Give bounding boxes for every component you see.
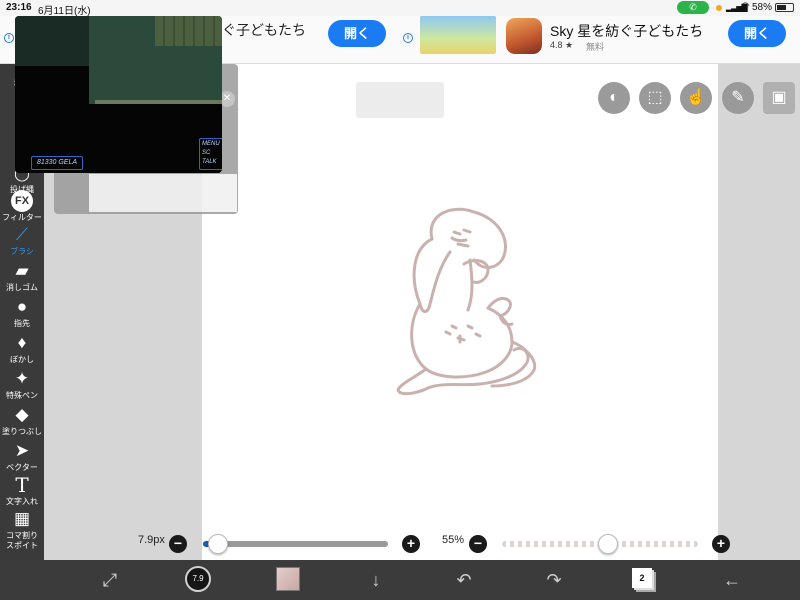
opacity-plus-button[interactable]: + xyxy=(712,535,730,553)
fill-icon: ◆ xyxy=(15,405,29,424)
pip-menu-item: TALK xyxy=(202,159,217,165)
wifi-icon: ◠ xyxy=(741,1,750,12)
ghost-panel-content xyxy=(89,174,237,212)
tool-special-pen[interactable]: ✦ 特殊ペン xyxy=(0,366,44,406)
touch-gesture-icon[interactable]: ☝ xyxy=(680,82,712,114)
drawing-head-stroke xyxy=(429,207,507,269)
brush-icon: ⟋ xyxy=(16,225,28,244)
ad-info-icon-2[interactable]: i xyxy=(403,33,413,43)
ad-right-open-button[interactable]: 開く xyxy=(728,20,786,47)
brush-size-minus-button[interactable]: − xyxy=(169,535,187,553)
smudge-icon: ● xyxy=(16,297,28,316)
canvas-floating-panel[interactable] xyxy=(356,82,444,118)
ad-app-title: Sky 星を紡ぐ子どもたち xyxy=(550,23,704,39)
layers-button[interactable]: 2 xyxy=(632,568,652,588)
tool-blur-label: ぼかし xyxy=(10,355,34,364)
ruler-icon[interactable]: ✎ xyxy=(722,82,754,114)
tool-special-pen-label: 特殊ペン xyxy=(6,391,38,400)
tool-eraser[interactable]: ▰ 消しゴム xyxy=(0,258,44,298)
brush-size-label: 7.9px xyxy=(138,534,165,546)
reference-image-icon[interactable]: ▣ xyxy=(763,82,795,114)
pip-scene-bricks xyxy=(155,16,222,46)
opacity-minus-button[interactable]: − xyxy=(469,535,487,553)
phone-call-icon[interactable]: ✆ xyxy=(677,1,709,14)
drawing-canvas[interactable] xyxy=(202,64,718,560)
eraser-icon: ▰ xyxy=(15,261,29,280)
download-icon[interactable]: ↓ xyxy=(364,568,388,592)
tool-fill-label: 塗りつぶし xyxy=(1,427,43,436)
brush-size-track[interactable] xyxy=(203,541,388,547)
ad-info-icon[interactable]: i xyxy=(4,33,14,43)
brush-eraser-switch-icon[interactable]: ⤢ xyxy=(98,568,122,592)
mic-indicator-icon xyxy=(716,5,722,11)
tool-brush[interactable]: ⟋ ブラシ xyxy=(0,222,44,262)
redo-icon[interactable]: ↷ xyxy=(542,568,566,592)
tool-smudge[interactable]: ● 指先 xyxy=(0,294,44,334)
pip-scene-ledge xyxy=(95,100,222,104)
ad-app-rating: 4.8 ★ xyxy=(550,40,574,50)
line-art-drawing xyxy=(396,207,537,396)
undo-icon[interactable]: ↶ xyxy=(452,568,476,592)
tool-blur[interactable]: ♦ ぼかし xyxy=(0,330,44,370)
ad-left-open-button[interactable]: 開く xyxy=(328,20,386,47)
frame-divide-icon: ▦ xyxy=(13,509,31,528)
status-date: 6月11日(水) xyxy=(38,6,91,17)
battery-icon xyxy=(775,3,794,12)
pip-scene-wall-left xyxy=(15,16,89,66)
app-root: 23:16 6月11日(水) ✆ ▂▃▅▇ ◠ 58% i ぐ子どもたち 開く … xyxy=(0,0,800,600)
tool-smudge-label: 指先 xyxy=(14,319,30,328)
special-pen-icon: ✦ xyxy=(14,369,30,388)
text-icon: T xyxy=(15,473,29,497)
ad-app-icon[interactable] xyxy=(506,18,542,54)
opacity-thumb[interactable] xyxy=(598,534,618,554)
status-time: 23:16 xyxy=(6,2,32,13)
ad-banner-image[interactable] xyxy=(420,16,496,54)
pip-money-display: 81330 GELA xyxy=(31,156,83,170)
vector-icon: ➤ xyxy=(14,441,30,460)
tool-brush-label: ブラシ xyxy=(10,247,34,256)
brush-size-thumb[interactable] xyxy=(208,534,228,554)
tool-eyedropper[interactable]: スポイト xyxy=(0,540,44,560)
pip-video-window[interactable]: 81330 GELA MENU SC TALK xyxy=(15,16,222,173)
ad-left-title: ぐ子どもたち xyxy=(222,22,306,38)
pip-menu-box: MENU SC TALK xyxy=(199,138,222,170)
tool-eyedropper-label: スポイト xyxy=(6,541,38,550)
ad-app-price: 無料 xyxy=(586,42,605,52)
bottom-toolbar: ⤢ ↓ ↶ ↷ ← xyxy=(0,560,800,600)
tool-eraser-label: 消しゴム xyxy=(6,283,38,292)
pip-menu-item: MENU xyxy=(202,141,220,147)
opacity-label: 55% xyxy=(442,534,465,546)
brush-size-plus-button[interactable]: + xyxy=(402,535,420,553)
color-swatch[interactable] xyxy=(276,567,300,591)
back-arrow-icon[interactable]: ← xyxy=(720,568,744,592)
pip-menu-item: SC xyxy=(202,150,211,156)
selection-icon[interactable]: ⬚ xyxy=(639,82,671,114)
blur-icon: ♦ xyxy=(17,333,27,352)
status-bar: 23:16 6月11日(水) ✆ ▂▃▅▇ ◠ 58% xyxy=(0,0,800,17)
fx-icon: FX xyxy=(11,190,33,212)
battery-percent: 58% xyxy=(752,2,773,13)
layer-toggle-icon[interactable]: ◐ xyxy=(598,82,630,114)
brush-size-indicator[interactable]: 7.9 xyxy=(185,566,211,592)
tool-fill[interactable]: ◆ 塗りつぶし xyxy=(0,402,44,442)
